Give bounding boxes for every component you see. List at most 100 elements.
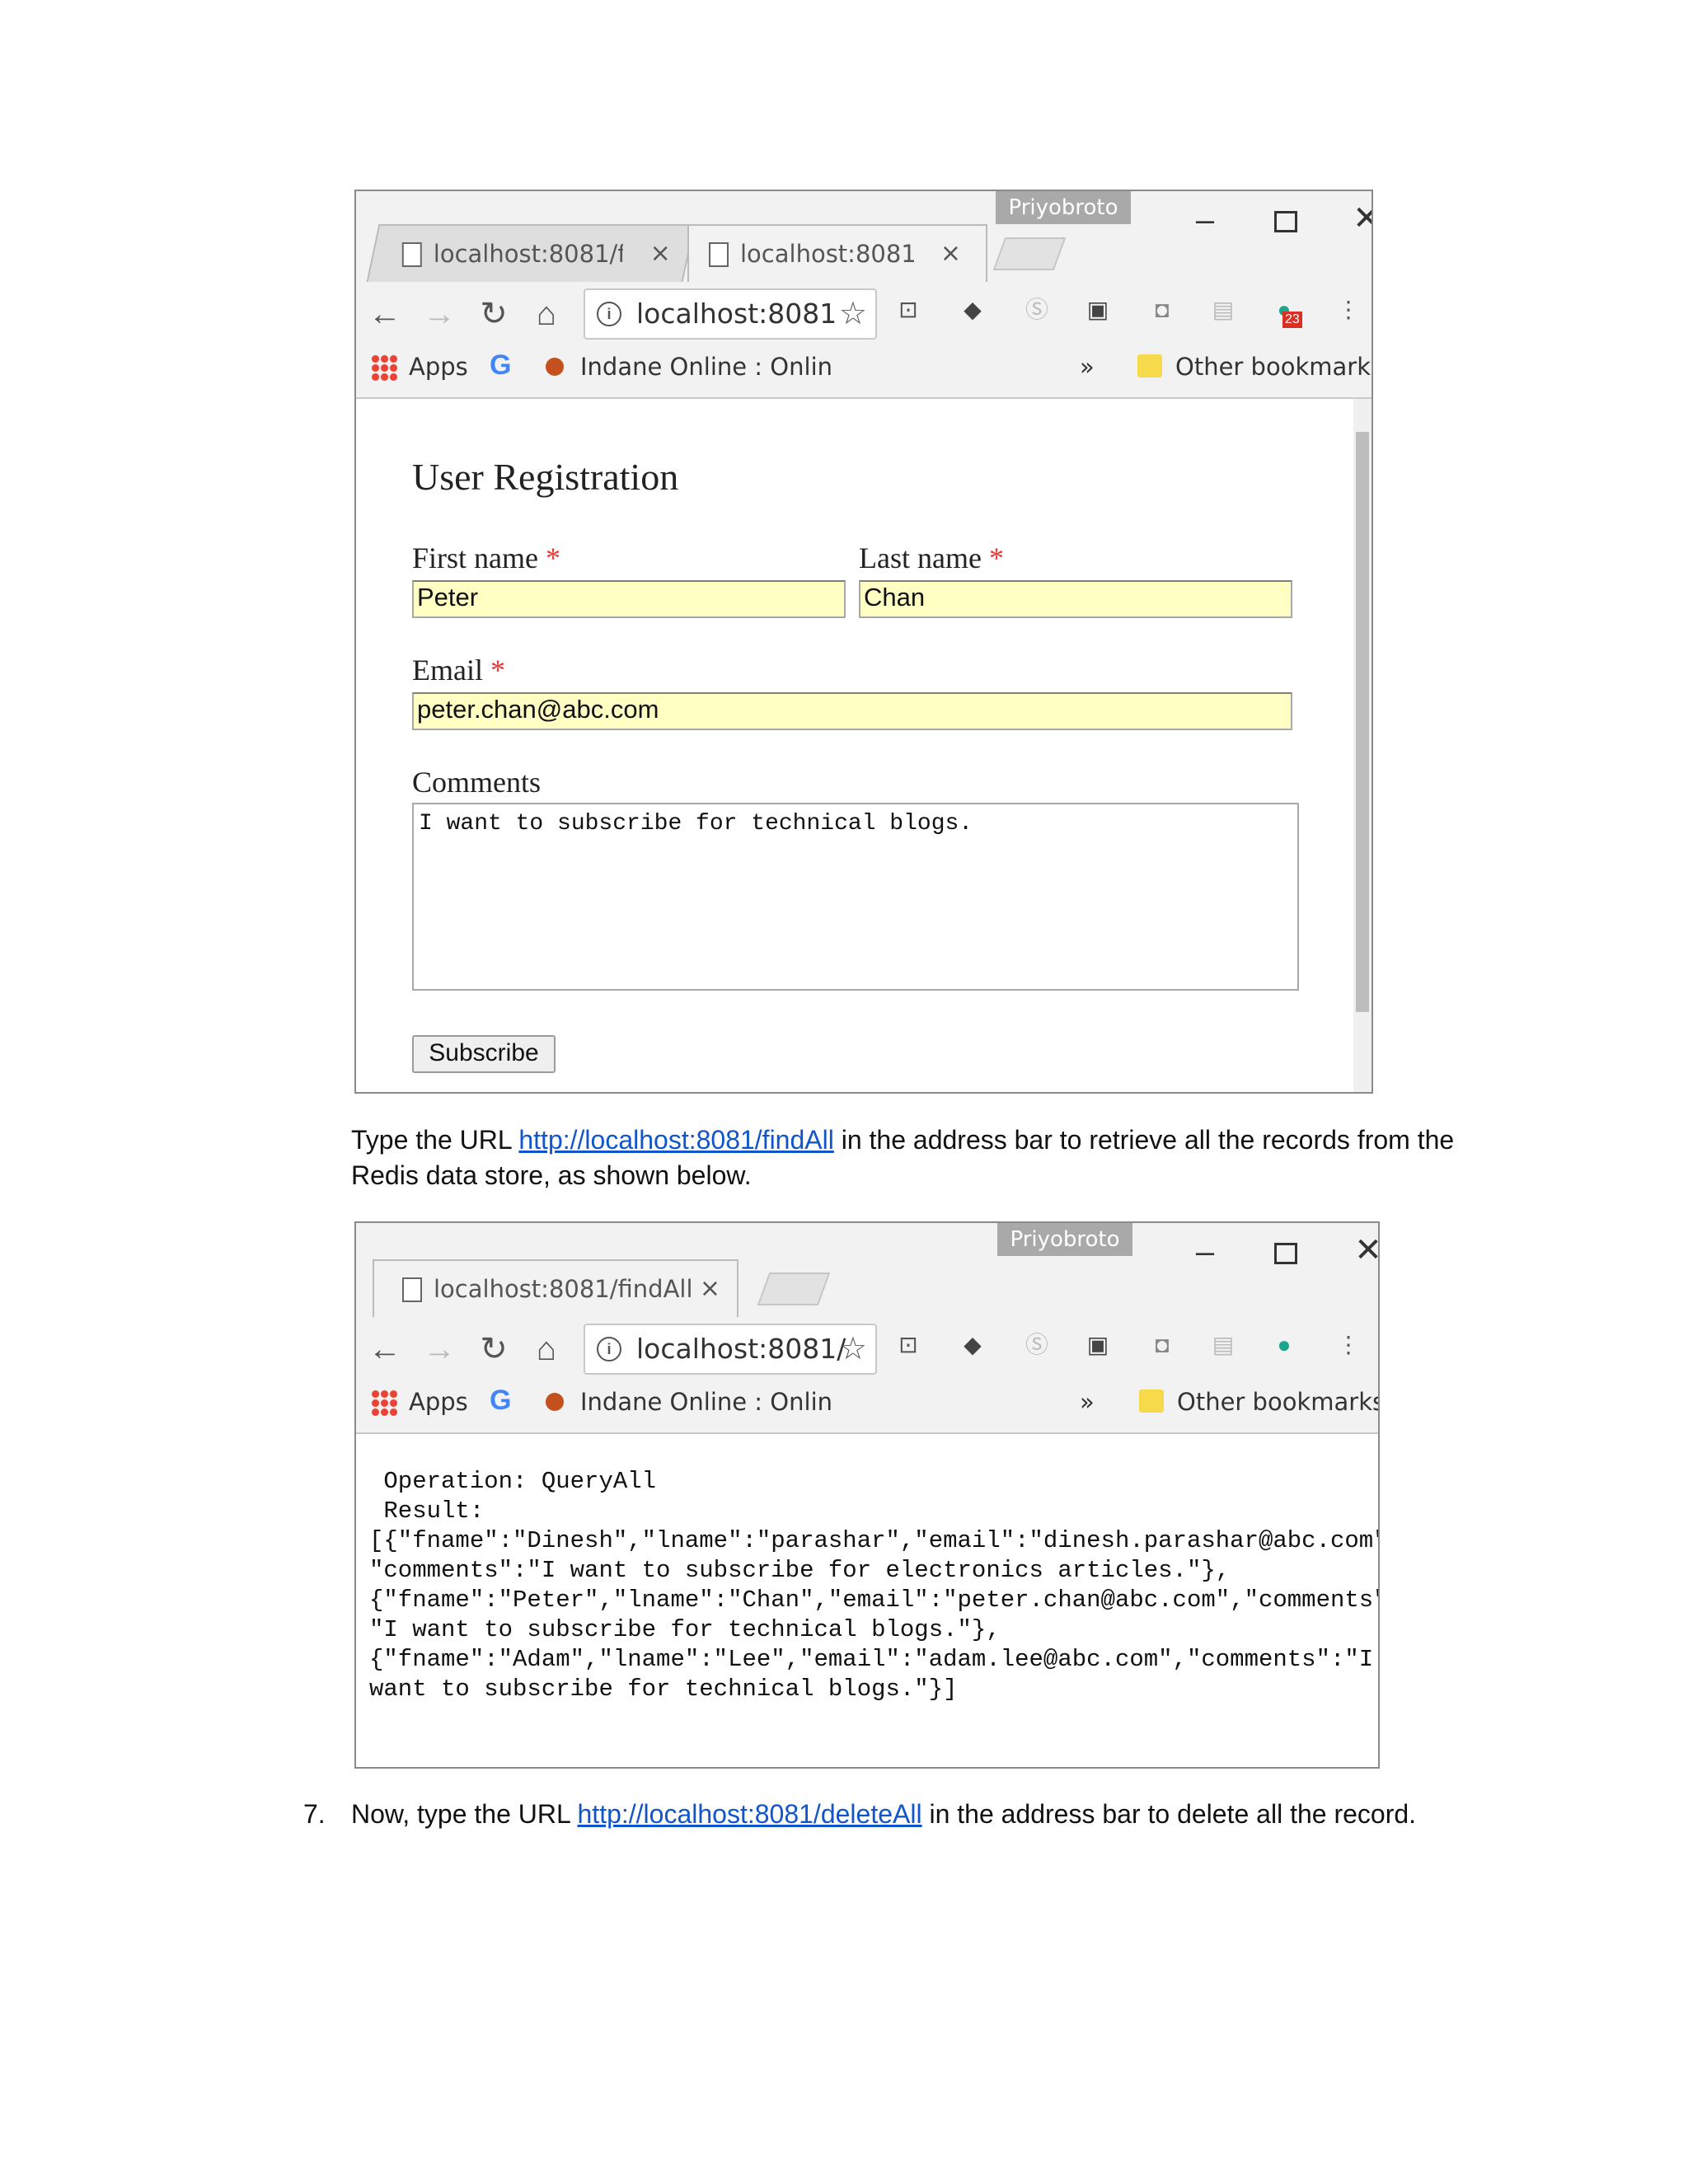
new-tab-button[interactable] (757, 1272, 831, 1305)
home-icon[interactable]: ⌂ (526, 293, 567, 335)
home-icon[interactable]: ⌂ (526, 1329, 567, 1370)
profile-badge[interactable]: Priyobroto (997, 1223, 1132, 1256)
folder-icon (1139, 1390, 1164, 1413)
bookmark-overflow[interactable]: » (1080, 1388, 1095, 1416)
tab-findall[interactable]: localhost:8081/fin × (366, 224, 696, 282)
last-name-label-text: Last name (859, 541, 982, 574)
email-field[interactable]: peter.chan@abc.com (412, 692, 1292, 730)
result-line: want to subscribe for technical blogs."}… (369, 1675, 958, 1703)
result-line: Result: (369, 1497, 485, 1525)
required-mark: * (545, 541, 560, 574)
forward-icon[interactable]: → (419, 1329, 460, 1370)
screenshot-icon[interactable]: ▣ (1081, 293, 1114, 326)
screenshot-icon[interactable]: ▣ (1081, 1329, 1114, 1361)
back-icon[interactable]: ← (364, 1329, 406, 1370)
reload-icon[interactable]: ↻ (473, 1329, 514, 1370)
bookmark-star-icon[interactable]: ☆ (839, 1330, 867, 1368)
skype-icon[interactable]: Ⓢ (1020, 1329, 1053, 1361)
shield-extension-icon[interactable]: ◘ (1146, 293, 1179, 326)
bookmark-other[interactable]: Other bookmarks (1177, 1388, 1378, 1416)
subscribe-button[interactable]: Subscribe (412, 1035, 556, 1073)
notification-extension-icon[interactable]: ● (1268, 1329, 1301, 1361)
menu-icon[interactable]: ⋮ (1332, 1329, 1365, 1361)
close-window-icon[interactable]: ✕ (1343, 1230, 1378, 1271)
scrollbar-thumb[interactable] (1356, 432, 1369, 1012)
result-line: [{"fname":"Dinesh","lname":"parashar","e… (369, 1527, 1380, 1554)
page-content: User Registration First name * Peter Las… (356, 399, 1372, 1092)
tab-close-icon[interactable]: × (700, 1261, 720, 1317)
bookmark-star-icon[interactable]: ☆ (839, 295, 867, 333)
browser-window-registration: Priyobroto – ✕ localhost:8081/fin × loca… (354, 190, 1373, 1094)
deleteall-link[interactable]: http://localhost:8081/deleteAll (578, 1799, 922, 1829)
bookmark-indane[interactable]: Indane Online : Onlin (580, 353, 832, 381)
extension-diamond-icon[interactable]: ◆ (956, 1329, 989, 1361)
first-name-field[interactable]: Peter (412, 580, 846, 618)
folder-icon (1137, 354, 1162, 377)
address-bar[interactable]: i localhost:8081 ☆ (584, 288, 877, 340)
comments-label: Comments (412, 766, 542, 799)
tab-findall[interactable]: localhost:8081/findAll × (373, 1259, 738, 1317)
scrollbar[interactable] (1353, 399, 1372, 1092)
address-text: localhost:8081 (636, 298, 837, 330)
notification-badge: 23 (1282, 312, 1302, 328)
reader-extension-icon[interactable]: ▤ (1207, 1329, 1240, 1361)
indane-favicon (546, 1393, 564, 1411)
step-number: 7. (303, 1799, 326, 1829)
tab-close-icon[interactable]: × (940, 226, 961, 282)
bookmark-apps[interactable]: Apps (409, 1388, 468, 1416)
comments-textarea[interactable]: I want to subscribe for technical blogs. (412, 803, 1299, 991)
tab-label: localhost:8081/findAll (434, 1275, 693, 1303)
required-mark: * (988, 541, 1004, 574)
skype-icon[interactable]: Ⓢ (1020, 293, 1053, 326)
cast-icon[interactable]: ⊡ (892, 1329, 925, 1361)
minimize-icon[interactable]: – (1180, 1231, 1230, 1272)
browser-window-findall: Priyobroto – ✕ localhost:8081/findAll × … (354, 1221, 1380, 1769)
result-line: {"fname":"Peter","lname":"Chan","email":… (369, 1586, 1380, 1614)
address-bar[interactable]: i localhost:8081/ ☆ (584, 1324, 877, 1375)
bookmark-other[interactable]: Other bookmarks (1175, 353, 1372, 381)
form-title: User Registration (412, 456, 679, 498)
menu-icon[interactable]: ⋮ (1332, 293, 1365, 326)
notification-extension-icon[interactable]: ● 23 (1268, 293, 1302, 328)
tab-label: localhost:8081/fin (433, 240, 623, 268)
maximize-icon[interactable] (1261, 1231, 1311, 1272)
forward-icon[interactable]: → (419, 293, 460, 335)
back-icon[interactable]: ← (364, 293, 406, 335)
step-text-before: Now, type the URL (351, 1799, 578, 1829)
profile-badge[interactable]: Priyobroto (996, 191, 1131, 224)
close-window-icon[interactable]: ✕ (1342, 198, 1372, 239)
new-tab-button[interactable] (992, 237, 1067, 270)
apps-icon[interactable] (371, 354, 397, 381)
bookmark-overflow[interactable]: » (1080, 353, 1095, 381)
last-name-label: Last name * (859, 541, 1004, 575)
cast-icon[interactable]: ⊡ (892, 293, 925, 326)
maximize-icon[interactable] (1261, 199, 1311, 241)
findall-link[interactable]: http://localhost:8081/findAll (518, 1125, 833, 1155)
last-name-field[interactable]: Chan (859, 580, 1292, 618)
tab-localhost[interactable]: localhost:8081 × (687, 224, 987, 282)
email-label: Email * (412, 653, 505, 687)
browser-chrome: Priyobroto – ✕ localhost:8081/findAll × … (356, 1223, 1378, 1434)
address-text: localhost:8081/ (636, 1333, 846, 1365)
first-name-label: First name * (412, 541, 560, 575)
browser-chrome: Priyobroto – ✕ localhost:8081/fin × loca… (356, 191, 1372, 399)
page-icon (401, 242, 422, 267)
bookmark-apps[interactable]: Apps (409, 353, 468, 381)
reload-icon[interactable]: ↻ (473, 293, 514, 335)
apps-icon[interactable] (371, 1390, 397, 1416)
reader-extension-icon[interactable]: ▤ (1207, 293, 1240, 326)
bookmark-indane[interactable]: Indane Online : Onlin (580, 1388, 832, 1416)
step-7-paragraph: Now, type the URL http://localhost:8081/… (351, 1797, 1423, 1832)
google-icon[interactable]: G (490, 1385, 511, 1417)
info-icon[interactable]: i (597, 302, 621, 326)
shield-extension-icon[interactable]: ◘ (1146, 1329, 1179, 1361)
page-content: Operation: QueryAll Result: [{"fname":"D… (356, 1434, 1378, 1767)
indane-favicon (546, 358, 564, 376)
page-icon (402, 1277, 422, 1302)
google-icon[interactable]: G (490, 349, 511, 382)
tab-close-icon[interactable]: × (650, 226, 671, 282)
extension-diamond-icon[interactable]: ◆ (956, 293, 989, 326)
step-text-after: in the address bar to delete all the rec… (921, 1799, 1417, 1829)
minimize-icon[interactable]: – (1180, 199, 1230, 241)
info-icon[interactable]: i (597, 1337, 621, 1361)
